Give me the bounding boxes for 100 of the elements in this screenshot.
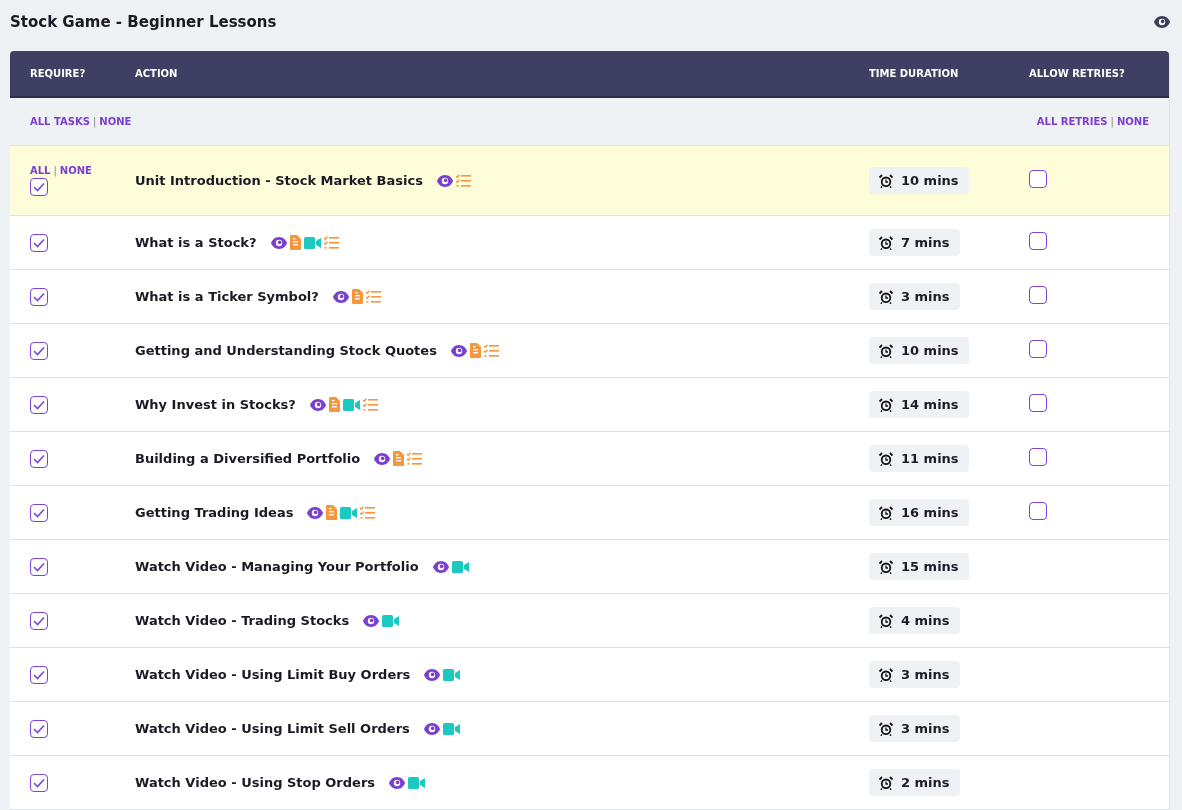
checkbox[interactable]	[1029, 231, 1047, 250]
checkmark-icon[interactable]	[33, 237, 45, 248]
lesson-title: What is a Stock?	[135, 235, 257, 250]
column-header: ALLOW RETRIES?	[1029, 68, 1126, 79]
link[interactable]: ALL RETRIES	[1036, 116, 1108, 127]
checkbox[interactable]	[30, 503, 48, 522]
checkbox[interactable]	[1029, 339, 1047, 358]
link[interactable]: ALL	[30, 165, 51, 176]
alarm-clock-icon[interactable]	[879, 343, 893, 358]
alarm-clock-icon[interactable]	[879, 775, 893, 790]
eye-icon[interactable]	[389, 776, 406, 789]
duration-text: 3 mins	[901, 721, 950, 736]
alarm-clock-icon[interactable]	[879, 559, 893, 574]
alarm-clock-icon[interactable]	[879, 289, 893, 304]
separator: |	[1110, 116, 1114, 127]
checkmark-icon[interactable]	[33, 777, 45, 788]
checkbox[interactable]	[30, 719, 48, 738]
eye-icon[interactable]	[309, 398, 326, 411]
checkmark-icon[interactable]	[33, 453, 45, 464]
duration-text: 7 mins	[901, 235, 950, 250]
lesson-title: Getting Trading Ideas	[135, 505, 294, 520]
separator: |	[92, 116, 97, 127]
checkbox[interactable]	[1029, 393, 1047, 412]
column-header: TIME DURATION	[869, 68, 960, 79]
checkbox[interactable]	[1029, 169, 1047, 188]
duration-text: 4 mins	[901, 613, 950, 628]
lesson-title: Watch Video - Managing Your Portfolio	[135, 559, 419, 574]
checklist-icon[interactable]	[360, 505, 376, 520]
eye-icon[interactable]	[450, 344, 467, 357]
checkbox[interactable]	[30, 557, 48, 576]
duration-text: 14 mins	[901, 397, 959, 412]
checkbox[interactable]	[30, 395, 48, 414]
lesson-title: Watch Video - Using Limit Sell Orders	[135, 721, 410, 736]
checkbox[interactable]	[30, 233, 48, 252]
lesson-title: Why Invest in Stocks?	[135, 397, 296, 412]
checkmark-icon[interactable]	[33, 291, 45, 302]
checklist-icon[interactable]	[407, 451, 423, 466]
duration-text: 10 mins	[901, 173, 959, 188]
checkbox[interactable]	[1029, 285, 1047, 304]
eye-icon[interactable]	[374, 452, 391, 465]
eye-icon[interactable]	[432, 560, 449, 573]
checkmark-icon[interactable]	[33, 345, 45, 356]
eye-icon[interactable]	[436, 174, 453, 187]
lesson-title: Watch Video - Trading Stocks	[135, 613, 350, 628]
duration-text: 2 mins	[901, 775, 950, 790]
link[interactable]: NONE	[1116, 116, 1149, 127]
checkmark-icon[interactable]	[33, 615, 45, 626]
checkbox[interactable]	[30, 341, 48, 360]
checklist-icon[interactable]	[483, 343, 499, 358]
eye-icon[interactable]	[423, 722, 440, 735]
checkbox[interactable]	[1029, 447, 1047, 466]
eye-icon[interactable]	[270, 236, 287, 249]
eye-icon[interactable]	[363, 614, 380, 627]
alarm-clock-icon[interactable]	[879, 235, 893, 250]
checkmark-icon[interactable]	[33, 669, 45, 680]
eye-icon[interactable]	[1154, 16, 1170, 28]
separator: |	[53, 165, 57, 176]
duration-text: 3 mins	[901, 667, 950, 682]
checklist-icon[interactable]	[365, 289, 381, 304]
lesson-title: Watch Video - Using Limit Buy Orders	[135, 667, 411, 682]
duration-text: 16 mins	[901, 505, 959, 520]
alarm-clock-icon[interactable]	[879, 505, 893, 520]
link[interactable]: NONE	[99, 116, 132, 127]
checkbox[interactable]	[30, 287, 48, 306]
column-header: REQUIRE?	[29, 68, 87, 79]
alarm-clock-icon[interactable]	[879, 613, 893, 628]
lesson-title: Building a Diversified Portfolio	[135, 451, 361, 466]
checklist-icon[interactable]	[455, 173, 471, 188]
alarm-clock-icon[interactable]	[879, 397, 893, 412]
checkbox[interactable]	[30, 178, 48, 196]
eye-icon[interactable]	[307, 506, 324, 519]
page-title: Stock Game - Beginner Lessons	[10, 13, 277, 31]
alarm-clock-icon[interactable]	[879, 173, 893, 188]
checkbox[interactable]	[30, 449, 48, 468]
checklist-icon[interactable]	[323, 235, 339, 250]
duration-text: 3 mins	[901, 289, 950, 304]
duration-text: 10 mins	[901, 343, 959, 358]
duration-text: 15 mins	[901, 559, 959, 574]
checkbox[interactable]	[30, 773, 48, 792]
lesson-title: Watch Video - Using Stop Orders	[135, 775, 376, 790]
lesson-title: What is a Ticker Symbol?	[135, 289, 319, 304]
column-header: ACTION	[135, 68, 179, 79]
eye-icon[interactable]	[332, 290, 349, 303]
alarm-clock-icon[interactable]	[879, 451, 893, 466]
checkmark-icon[interactable]	[33, 182, 45, 192]
checkbox[interactable]	[30, 665, 48, 684]
lesson-title: Unit Introduction - Stock Market Basics	[135, 173, 423, 188]
alarm-clock-icon[interactable]	[879, 667, 893, 682]
checkbox[interactable]	[30, 611, 48, 630]
checkmark-icon[interactable]	[33, 399, 45, 410]
checklist-icon[interactable]	[362, 397, 378, 412]
link[interactable]: NONE	[59, 165, 92, 176]
checkmark-icon[interactable]	[33, 723, 45, 734]
checkbox[interactable]	[1029, 501, 1047, 520]
eye-icon[interactable]	[424, 668, 441, 681]
checkmark-icon[interactable]	[33, 561, 45, 572]
link[interactable]: ALL TASKS	[30, 116, 90, 127]
checkmark-icon[interactable]	[33, 507, 45, 518]
alarm-clock-icon[interactable]	[879, 721, 893, 736]
lesson-title: Getting and Understanding Stock Quotes	[135, 343, 437, 358]
